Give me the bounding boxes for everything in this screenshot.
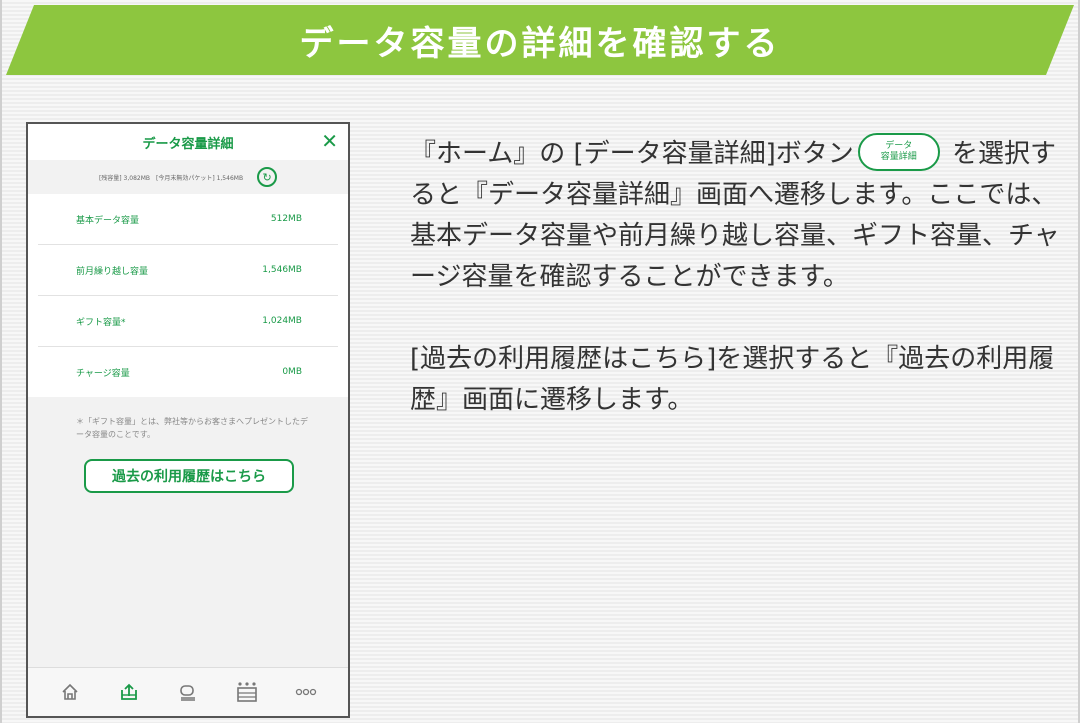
row-value: 1,546MB (262, 265, 302, 275)
gift-note: ＊「ギフト容量」とは、弊社等からお客さまへプレゼントしたデータ容量のことです。 (76, 417, 308, 439)
row-value: 1,024MB (262, 316, 302, 326)
remaining-info: [残容量] 3,082MB [今月末無効パケット] 1,546MB ↻ (28, 160, 348, 194)
list-item: 基本データ容量 512MB (38, 194, 338, 245)
row-label: 前月繰り越し容量 (76, 266, 149, 277)
description-paragraph-1: 『ホーム』の [データ容量詳細]ボタン データ 容量詳細 を選択すると『データ容量詳… (410, 132, 1060, 298)
phone-screenshot: データ容量詳細 ✕ [残容量] 3,082MB [今月末無効パケット] 1,54… (26, 122, 350, 718)
list-item: 前月繰り越し容量 1,546MB (38, 245, 338, 296)
description: 『ホーム』の [データ容量詳細]ボタン データ 容量詳細 を選択すると『データ容量詳… (410, 132, 1060, 421)
data-usage-icon[interactable] (115, 680, 143, 704)
bottom-nav (28, 667, 348, 716)
inline-button-line1: データ (885, 140, 913, 151)
row-value: 512MB (270, 214, 302, 224)
description-paragraph-2: [過去の利用履歴はこちら]を選択すると『過去の利用履歴』画面に遷移します。 (410, 344, 1055, 415)
capacity-list: 基本データ容量 512MB 前月繰り越し容量 1,546MB ギフト容量* 1,… (28, 194, 348, 397)
phone-title: データ容量詳細 (142, 136, 234, 152)
row-label: ギフト容量* (76, 317, 126, 328)
row-value: 0MB (282, 367, 302, 377)
shop-icon[interactable] (233, 680, 261, 704)
home-icon[interactable] (56, 680, 84, 704)
row-label: チャージ容量 (76, 368, 130, 379)
row-label: 基本データ容量 (76, 215, 140, 226)
title-banner: データ容量の詳細を確認する (6, 5, 1074, 75)
plan-icon[interactable] (174, 680, 202, 704)
list-item: ギフト容量* 1,024MB (38, 296, 338, 347)
close-icon[interactable]: ✕ (321, 130, 338, 152)
banner-title: データ容量の詳細を確認する (299, 23, 781, 64)
inline-button-line2: 容量詳細 (880, 151, 917, 162)
refresh-icon[interactable]: ↻ (257, 167, 278, 187)
remaining-info-text: [残容量] 3,082MB [今月末無効パケット] 1,546MB (98, 174, 244, 182)
more-icon[interactable] (292, 680, 320, 704)
data-capacity-detail-button: データ 容量詳細 (857, 132, 940, 171)
phone-header: データ容量詳細 ✕ (28, 124, 348, 160)
list-item: チャージ容量 0MB (38, 347, 338, 397)
description-text: 『ホーム』の [データ容量詳細]ボタン (410, 139, 854, 169)
history-button[interactable]: 過去の利用履歴はこちら (84, 459, 294, 493)
